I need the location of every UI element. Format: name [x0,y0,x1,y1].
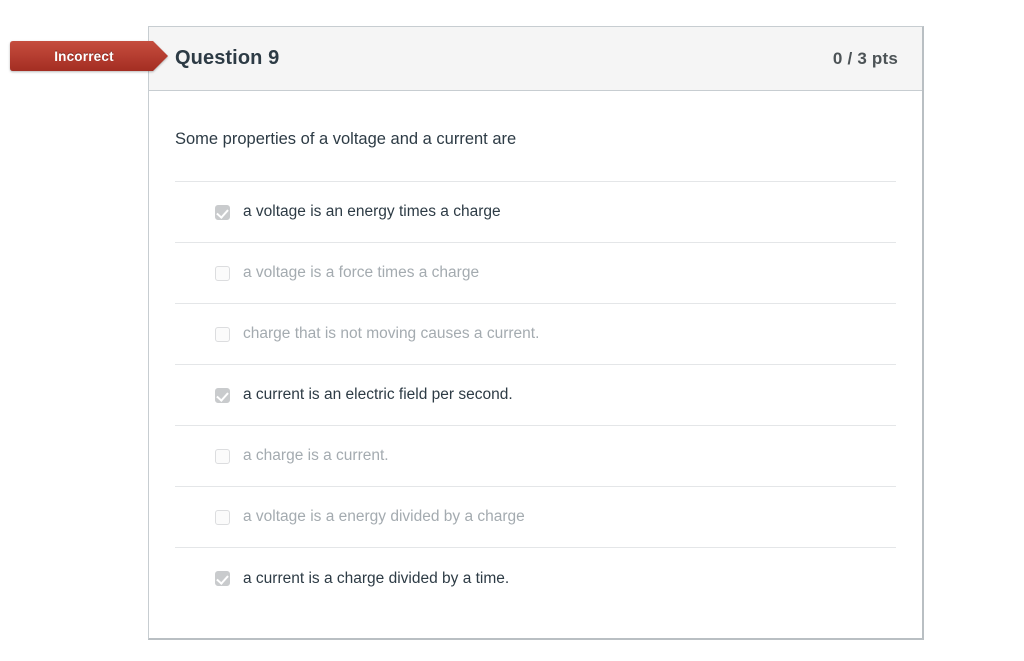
checkbox-unchecked-icon[interactable] [215,448,230,464]
answer-label: a current is a charge divided by a time. [243,569,510,587]
answer-label: a voltage is a force times a charge [243,264,480,282]
answer-option[interactable]: a current is a charge divided by a time. [175,548,896,609]
answer-option[interactable]: a charge is a current. [175,426,896,488]
answer-label: charge that is not moving causes a curre… [243,325,540,343]
checkbox-unchecked-icon[interactable] [215,509,230,525]
answer-label: a current is an electric field per secon… [243,386,513,404]
answer-option[interactable]: a voltage is a force times a charge [175,243,896,305]
checkbox-checked-icon[interactable] [215,387,230,403]
question-prompt: Some properties of a voltage and a curre… [175,130,517,148]
answer-label: a voltage is an energy times a charge [243,203,501,221]
checkbox-unchecked-icon[interactable] [215,265,230,281]
question-points: 0 / 3 pts [832,48,898,68]
answer-label: a voltage is a energy divided by a charg… [243,508,525,526]
ribbon-arrow-shape [10,41,168,71]
checkbox-checked-icon[interactable] [215,204,230,220]
status-banner-incorrect: Incorrect [10,41,168,71]
question-card: Question 9 0 / 3 pts Some properties of … [148,26,924,640]
answer-option[interactable]: a voltage is an energy times a charge [175,182,896,244]
question-title: Question 9 [175,47,280,69]
question-header: Question 9 0 / 3 pts [149,27,922,91]
answer-option[interactable]: charge that is not moving causes a curre… [175,304,896,366]
answer-option[interactable]: a current is an electric field per secon… [175,365,896,427]
checkbox-unchecked-icon[interactable] [215,326,230,342]
checkbox-checked-icon[interactable] [215,571,230,587]
question-body: Some properties of a voltage and a curre… [149,91,922,609]
answer-list: a voltage is an energy times a charge a … [175,181,896,609]
answer-option[interactable]: a voltage is a energy divided by a charg… [175,487,896,549]
answer-label: a charge is a current. [243,447,389,465]
